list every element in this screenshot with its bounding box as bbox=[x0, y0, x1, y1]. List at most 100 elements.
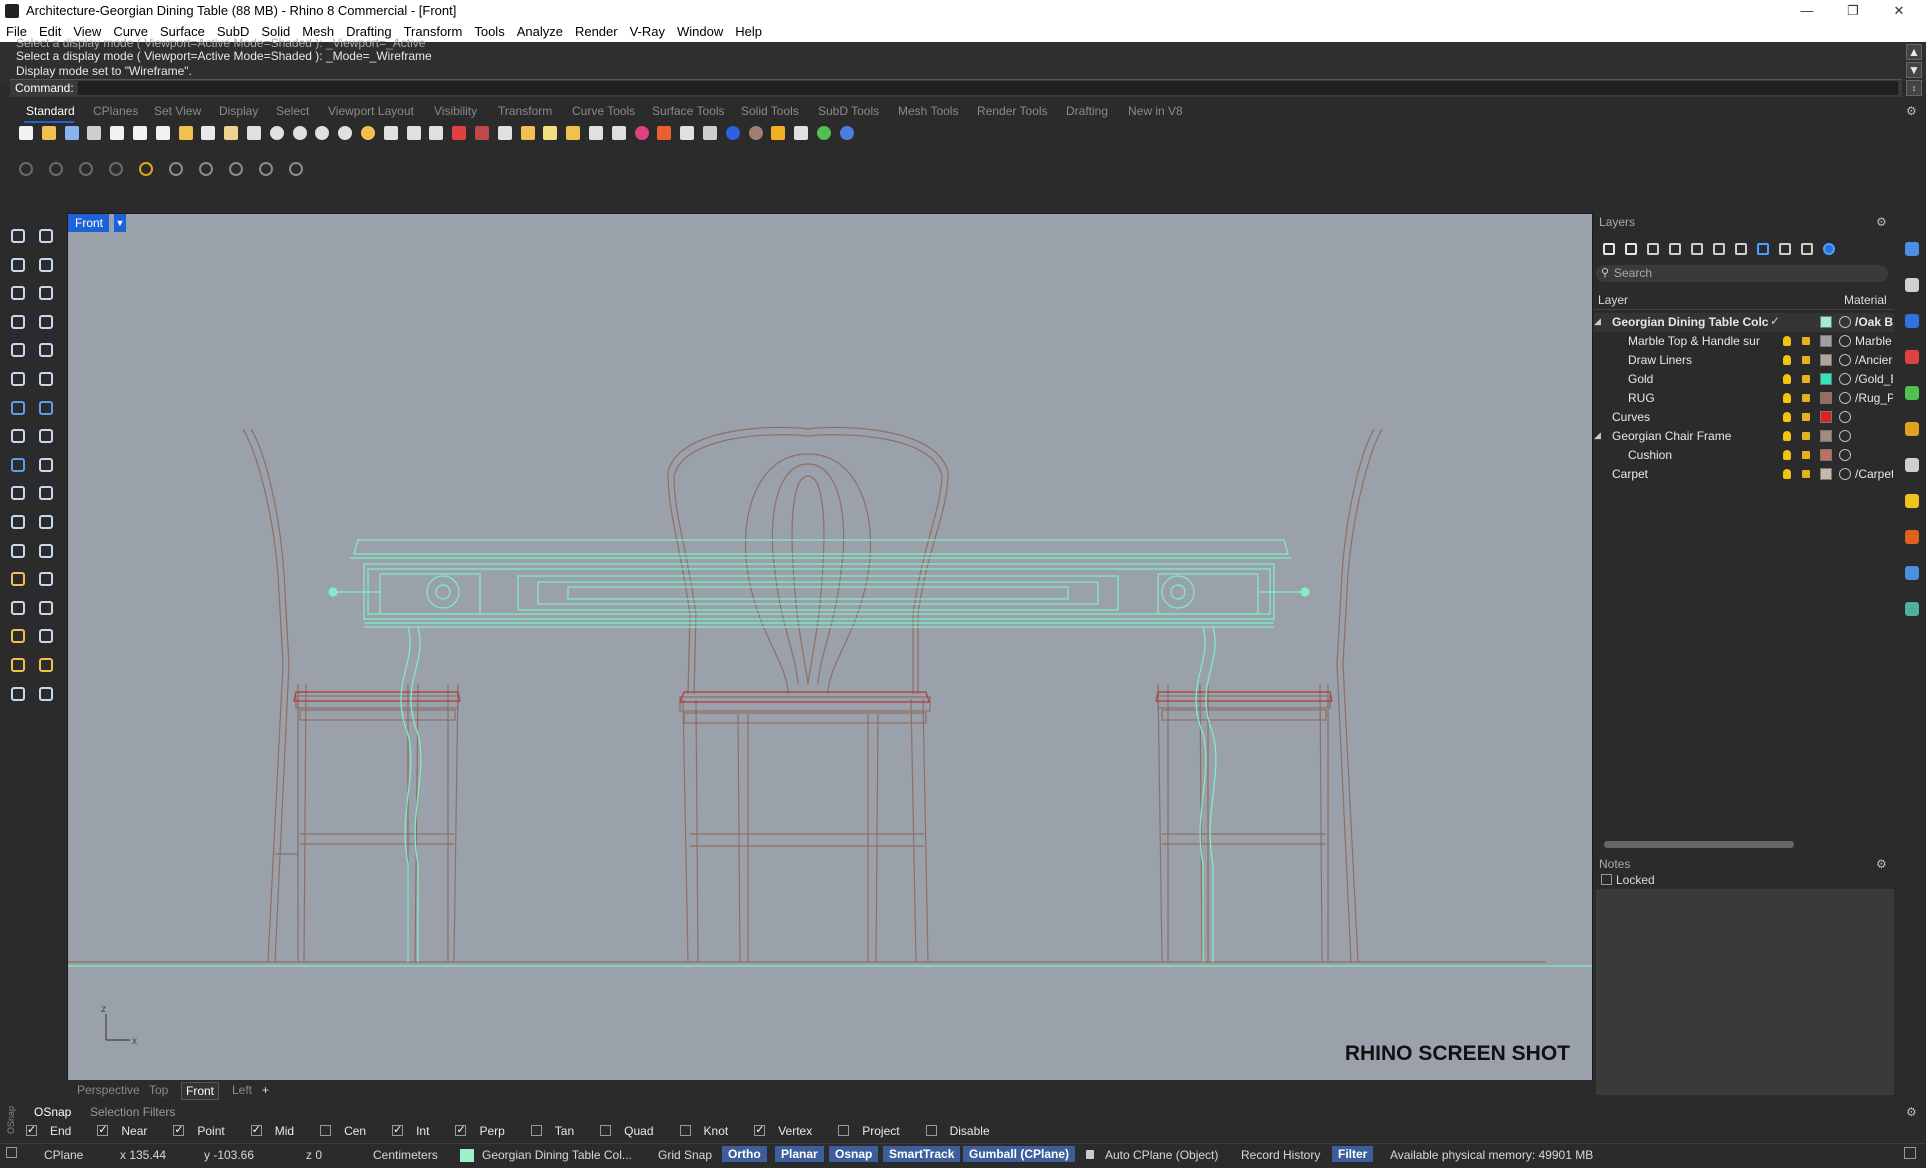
layer-color-swatch[interactable] bbox=[1820, 468, 1832, 480]
group-icon[interactable] bbox=[8, 569, 28, 589]
undo-view-icon[interactable] bbox=[380, 122, 402, 144]
tab-subd-tools[interactable]: SubD Tools bbox=[818, 104, 879, 118]
status-osnap[interactable]: Osnap bbox=[829, 1146, 879, 1162]
array-icon[interactable] bbox=[36, 598, 56, 618]
cage-icon[interactable] bbox=[8, 626, 28, 646]
visibility-bulb-icon[interactable] bbox=[1783, 412, 1791, 422]
loft-icon[interactable] bbox=[36, 426, 56, 446]
surface-icon[interactable] bbox=[8, 369, 28, 389]
lock-icon[interactable] bbox=[1802, 451, 1810, 459]
menu-tools[interactable]: Tools bbox=[468, 22, 510, 42]
layer-color-swatch[interactable] bbox=[1820, 354, 1832, 366]
layer-row[interactable]: Gold/Gold_E bbox=[1594, 370, 1894, 389]
material-sphere-icon[interactable] bbox=[1839, 335, 1851, 347]
layer-color-swatch[interactable] bbox=[1820, 411, 1832, 423]
osnap-quad[interactable]: Quad bbox=[600, 1124, 666, 1138]
display-tab-icon[interactable] bbox=[1905, 314, 1919, 328]
layer-row[interactable]: Draw Liners/Ancier bbox=[1594, 351, 1894, 370]
tab-viewport-layout[interactable]: Viewport Layout bbox=[328, 104, 414, 118]
layer-row[interactable]: Marble Top & Handle sur Marble bbox=[1594, 332, 1894, 351]
scroll-down-icon[interactable]: ▼ bbox=[1906, 62, 1922, 78]
status-smarttrack[interactable]: SmartTrack bbox=[883, 1146, 961, 1162]
tab-options-gear-icon[interactable]: ⚙ bbox=[1906, 104, 1917, 118]
lock-icon[interactable] bbox=[1802, 413, 1810, 421]
expand-triangle-icon[interactable]: ◢ bbox=[1594, 316, 1601, 327]
tab-standard[interactable]: Standard bbox=[26, 104, 75, 118]
visibility-bulb-icon[interactable] bbox=[1783, 374, 1791, 384]
mesh-icon[interactable] bbox=[8, 455, 28, 475]
rotate-view-icon[interactable] bbox=[243, 122, 265, 144]
osnap-mid[interactable]: Mid bbox=[250, 1123, 307, 1138]
tab-transform[interactable]: Transform bbox=[498, 104, 552, 118]
open-file-icon[interactable] bbox=[38, 122, 60, 144]
material-sphere-icon[interactable] bbox=[1839, 373, 1851, 385]
display-icon[interactable] bbox=[676, 122, 698, 144]
osnap-perp[interactable]: Perp bbox=[455, 1123, 517, 1138]
close-icon[interactable]: ✕ bbox=[1876, 0, 1922, 22]
point-icon[interactable] bbox=[36, 226, 56, 246]
zoom-extents-icon[interactable] bbox=[311, 122, 333, 144]
tab-curve-tools[interactable]: Curve Tools bbox=[572, 104, 635, 118]
expand-triangle-icon[interactable]: ◢ bbox=[1594, 430, 1601, 441]
material-icon[interactable] bbox=[608, 122, 630, 144]
material-sphere-icon[interactable] bbox=[1839, 392, 1851, 404]
dimension-icon[interactable] bbox=[8, 541, 28, 561]
locked-checkbox[interactable]: Locked bbox=[1601, 873, 1655, 887]
split-icon[interactable] bbox=[8, 512, 28, 532]
pan-hand-icon[interactable] bbox=[220, 122, 242, 144]
transform-icon[interactable] bbox=[8, 598, 28, 618]
new-sublayer-icon[interactable] bbox=[1625, 243, 1637, 255]
osnap-disable[interactable]: Disable bbox=[925, 1124, 1003, 1138]
status-record-history[interactable]: Record History bbox=[1241, 1148, 1320, 1162]
tab-mesh-tools[interactable]: Mesh Tools bbox=[898, 104, 958, 118]
layers-tab-icon[interactable] bbox=[1905, 278, 1919, 292]
ellipse-icon[interactable] bbox=[36, 283, 56, 303]
layer-row[interactable]: Carpet/Carpet bbox=[1594, 465, 1894, 484]
layer-row[interactable]: ◢ Georgian Dining Table Colc ✓ /Oak B bbox=[1594, 313, 1894, 332]
col-material[interactable]: Material bbox=[1844, 293, 1887, 307]
polyline-icon[interactable] bbox=[8, 255, 28, 275]
osnap-int[interactable]: Int bbox=[392, 1123, 442, 1138]
cut-icon[interactable] bbox=[129, 122, 151, 144]
tab-select[interactable]: Select bbox=[276, 104, 309, 118]
layers-horizontal-scrollbar[interactable] bbox=[1604, 841, 1794, 848]
box-icon[interactable] bbox=[8, 398, 28, 418]
shade-icon[interactable] bbox=[745, 122, 767, 144]
zoom-target-icon[interactable] bbox=[357, 122, 379, 144]
color-wheel-icon[interactable] bbox=[631, 122, 653, 144]
status-cplane[interactable]: CPlane bbox=[44, 1148, 83, 1162]
move-up-icon[interactable] bbox=[1691, 243, 1703, 255]
layer-color-swatch[interactable] bbox=[1820, 335, 1832, 347]
visibility-bulb-icon[interactable] bbox=[1783, 450, 1791, 460]
render-icon[interactable] bbox=[653, 122, 675, 144]
lock-icon[interactable] bbox=[1802, 356, 1810, 364]
new-file-icon[interactable] bbox=[15, 122, 37, 144]
lock-open-icon[interactable] bbox=[562, 122, 584, 144]
layer-row[interactable]: Curves bbox=[1594, 408, 1894, 427]
copy-icon[interactable] bbox=[106, 122, 128, 144]
undo-icon[interactable] bbox=[197, 122, 219, 144]
circle-icon[interactable] bbox=[8, 283, 28, 303]
zoom-selected-icon[interactable] bbox=[334, 122, 356, 144]
ground-plane-tab-icon[interactable] bbox=[1905, 458, 1919, 472]
lock-icon[interactable] bbox=[1802, 470, 1810, 478]
sphere-icon[interactable] bbox=[722, 122, 744, 144]
car-icon[interactable] bbox=[448, 122, 470, 144]
gumball-icon[interactable] bbox=[135, 158, 157, 180]
tab-solid-tools[interactable]: Solid Tools bbox=[741, 104, 799, 118]
add-viewport-plus-icon[interactable]: + bbox=[258, 1082, 273, 1098]
filter-icon[interactable] bbox=[1757, 243, 1769, 255]
visibility-bulb-icon[interactable] bbox=[1783, 431, 1791, 441]
sun-tab-icon[interactable] bbox=[1905, 530, 1919, 544]
paint-icon[interactable] bbox=[8, 684, 28, 704]
status-layer[interactable]: Georgian Dining Table Col... bbox=[482, 1148, 632, 1162]
duplicate-layer-icon[interactable] bbox=[1669, 243, 1681, 255]
status-units[interactable]: Centimeters bbox=[373, 1148, 438, 1162]
zoom-icon[interactable] bbox=[266, 122, 288, 144]
status-frame-icon[interactable] bbox=[6, 1147, 17, 1158]
disabled-tool-icon[interactable] bbox=[15, 158, 37, 180]
list-view-icon[interactable] bbox=[1801, 243, 1813, 255]
arc-icon[interactable] bbox=[8, 340, 28, 360]
layer-color-swatch[interactable] bbox=[1820, 449, 1832, 461]
layer-color-swatch[interactable] bbox=[1820, 430, 1832, 442]
